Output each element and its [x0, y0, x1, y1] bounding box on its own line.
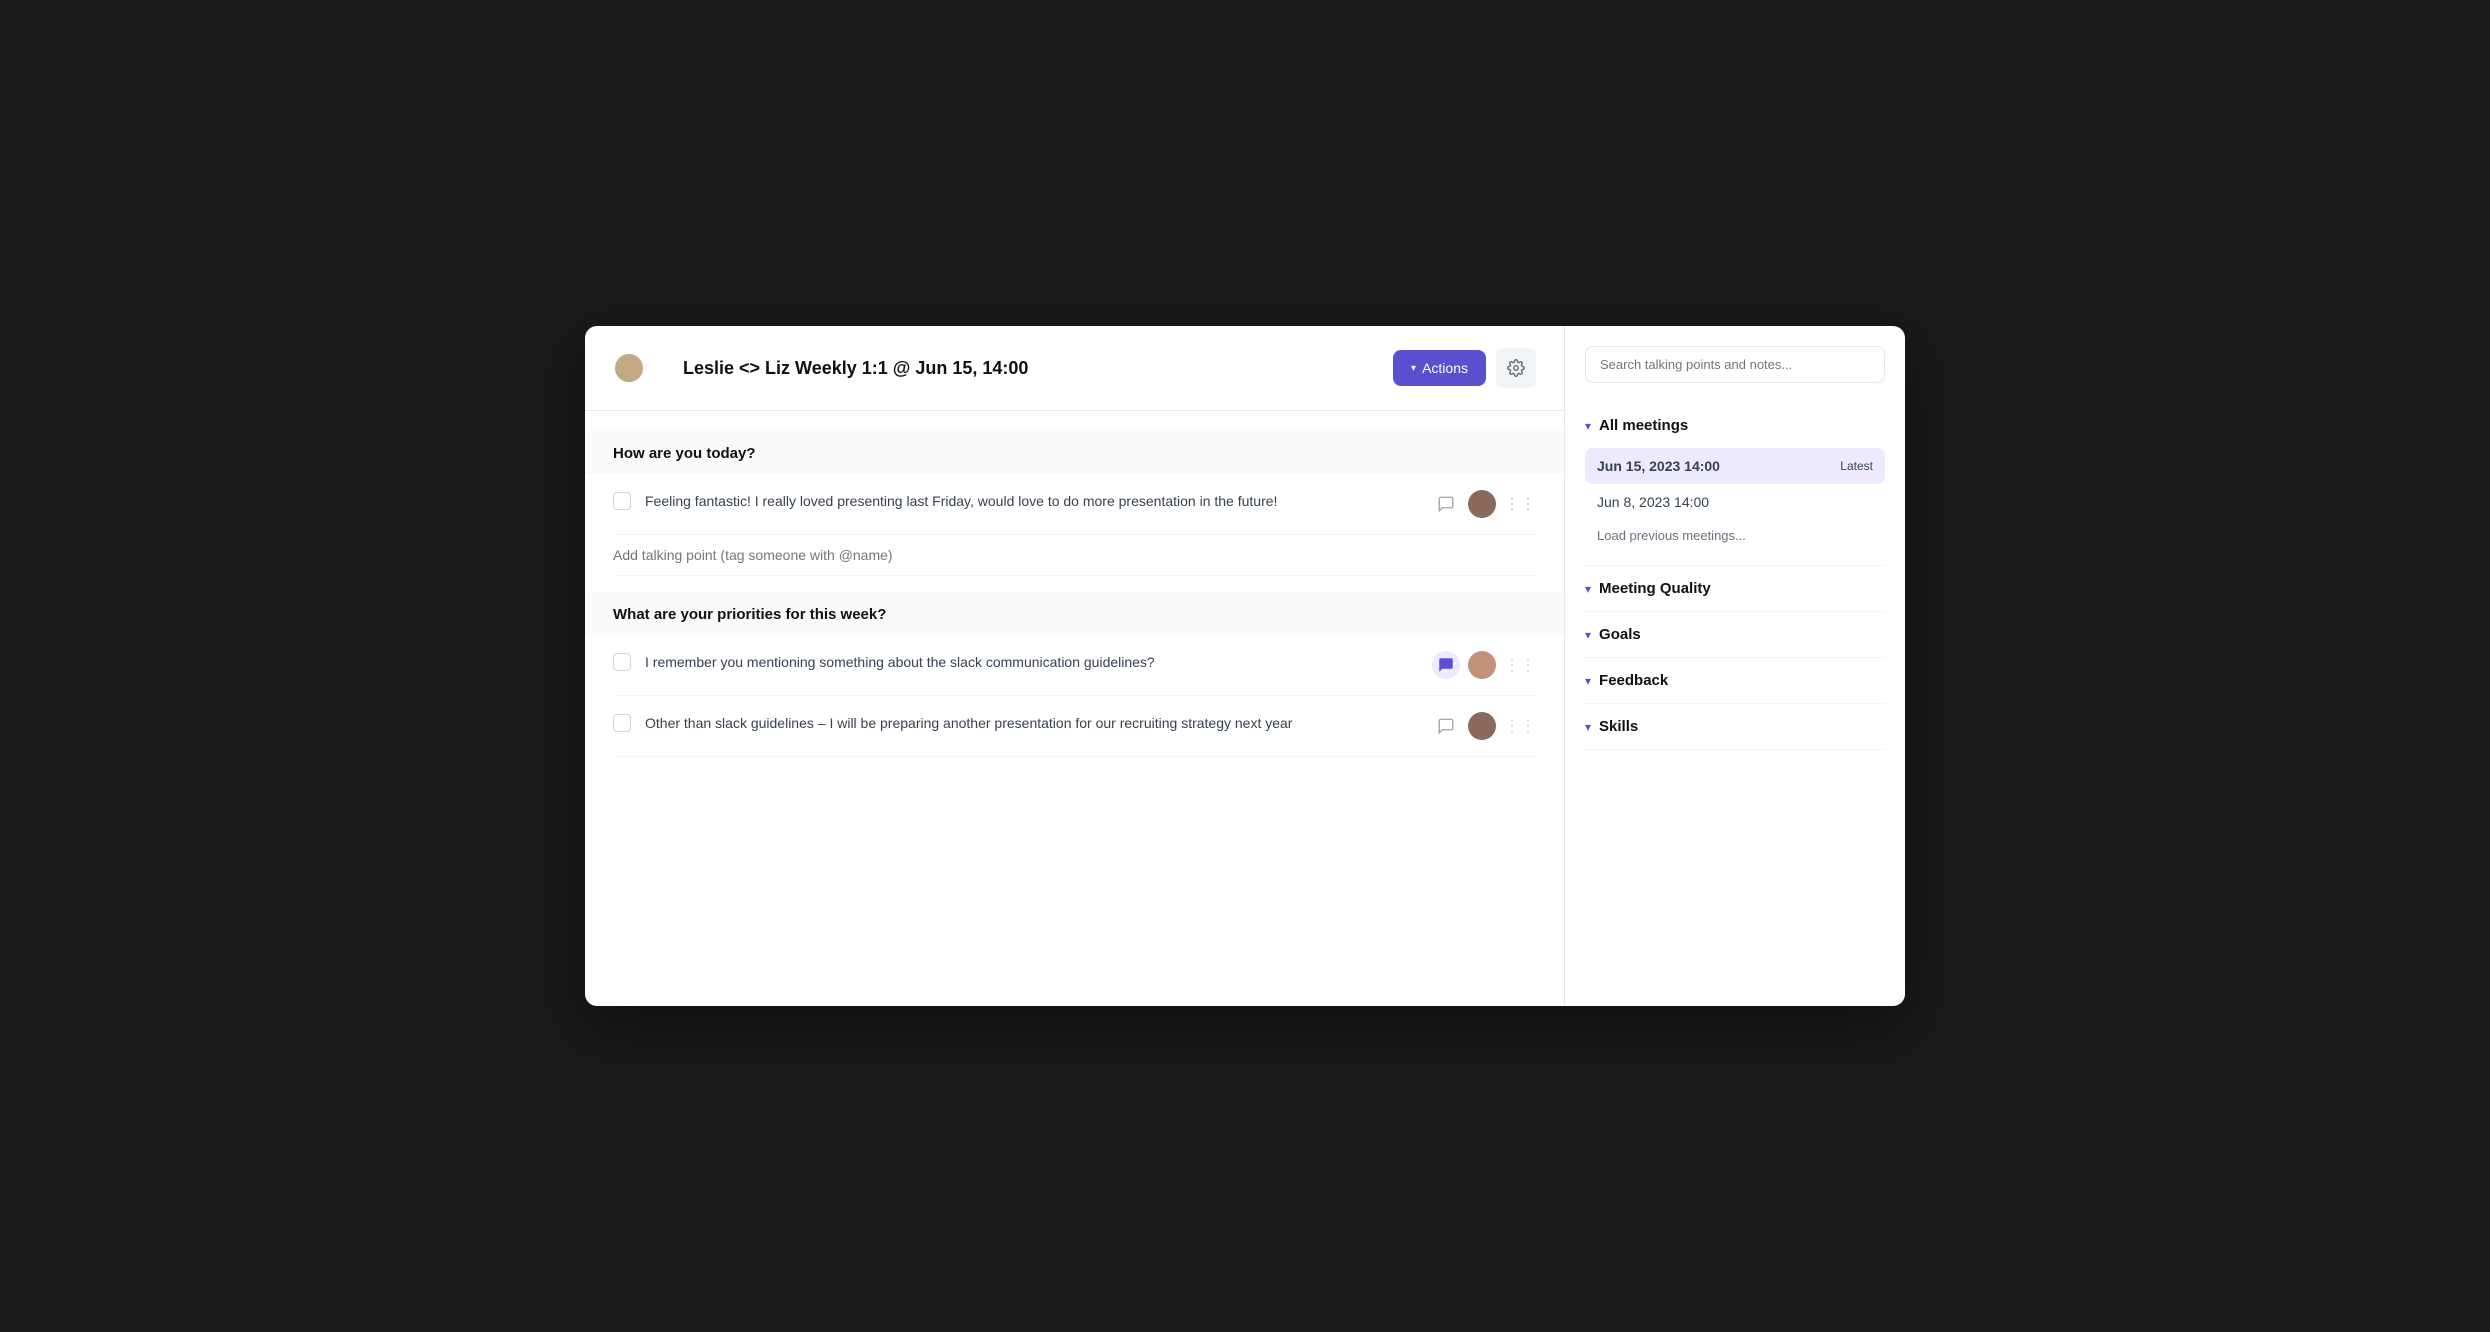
actions-label: Actions: [1422, 360, 1468, 376]
left-panel: Leslie <> Liz Weekly 1:1 @ Jun 15, 14:00…: [585, 326, 1565, 1006]
skills-section: ▾ Skills: [1585, 704, 1885, 750]
settings-button[interactable]: [1496, 348, 1536, 388]
meeting-title: Leslie <> Liz Weekly 1:1 @ Jun 15, 14:00: [683, 358, 1377, 379]
dots-menu-1[interactable]: ⋮⋮: [1504, 494, 1536, 514]
item-text-1: Feeling fantastic! I really loved presen…: [645, 490, 1418, 512]
talking-item-2: I remember you mentioning something abou…: [613, 635, 1536, 696]
meeting-date-1: Jun 15, 2023 14:00: [1597, 458, 1720, 474]
talking-item-3: Other than slack guidelines – I will be …: [613, 696, 1536, 757]
section-header-2: What are your priorities for this week?: [585, 592, 1564, 635]
dots-menu-2[interactable]: ⋮⋮: [1504, 655, 1536, 675]
feedback-label: Feedback: [1599, 672, 1668, 689]
actions-button[interactable]: ▾ Actions: [1393, 350, 1486, 386]
add-talking-point-input-1[interactable]: [613, 535, 1536, 576]
meetings-list: Jun 15, 2023 14:00 Latest Jun 8, 2023 14…: [1585, 448, 1885, 565]
skills-label: Skills: [1599, 718, 1638, 735]
header: Leslie <> Liz Weekly 1:1 @ Jun 15, 14:00…: [585, 326, 1564, 411]
meeting-quality-section: ▾ Meeting Quality: [1585, 566, 1885, 612]
goals-section: ▾ Goals: [1585, 612, 1885, 658]
dots-menu-3[interactable]: ⋮⋮: [1504, 716, 1536, 736]
meeting-quality-label: Meeting Quality: [1599, 580, 1711, 597]
goals-chevron: ▾: [1585, 628, 1591, 642]
actions-chevron: ▾: [1411, 363, 1416, 374]
comment-icon-3[interactable]: [1432, 712, 1460, 740]
item-actions-3: ⋮⋮: [1432, 712, 1536, 740]
item-actions-1: ⋮⋮: [1432, 490, 1536, 518]
avatar-group: [613, 350, 667, 386]
load-previous-meetings[interactable]: Load previous meetings...: [1585, 520, 1885, 557]
main-content: How are you today? Feeling fantastic! I …: [585, 411, 1564, 1006]
item-actions-2: ⋮⋮: [1432, 651, 1536, 679]
checkbox-1[interactable]: [613, 492, 631, 510]
skills-header[interactable]: ▾ Skills: [1585, 704, 1885, 749]
meeting-date-2: Jun 8, 2023 14:00: [1597, 494, 1709, 510]
right-panel: ▾ All meetings Jun 15, 2023 14:00 Latest…: [1565, 326, 1905, 1006]
meeting-quality-chevron: ▾: [1585, 582, 1591, 596]
search-input[interactable]: [1585, 346, 1885, 383]
talking-item-1: Feeling fantastic! I really loved presen…: [613, 474, 1536, 535]
comment-icon-2[interactable]: [1432, 651, 1460, 679]
item-text-3: Other than slack guidelines – I will be …: [645, 712, 1418, 734]
all-meetings-label: All meetings: [1599, 417, 1688, 434]
checkbox-2[interactable]: [613, 653, 631, 671]
feedback-section: ▾ Feedback: [1585, 658, 1885, 704]
meeting-badge-1: Latest: [1840, 459, 1873, 473]
skills-chevron: ▾: [1585, 720, 1591, 734]
all-meetings-header[interactable]: ▾ All meetings: [1585, 403, 1885, 448]
speech-bubble-outline-icon: [1437, 717, 1455, 735]
section-header-1: How are you today?: [585, 431, 1564, 474]
avatar-person2-item2: [1468, 651, 1496, 679]
gear-icon: [1507, 359, 1525, 377]
speech-bubble-icon: [1437, 495, 1455, 513]
speech-bubble-filled-icon: [1437, 656, 1455, 674]
meeting-quality-header[interactable]: ▾ Meeting Quality: [1585, 566, 1885, 611]
goals-header[interactable]: ▾ Goals: [1585, 612, 1885, 657]
goals-label: Goals: [1599, 626, 1641, 643]
comment-icon-1[interactable]: [1432, 490, 1460, 518]
meeting-item-1[interactable]: Jun 15, 2023 14:00 Latest: [1585, 448, 1885, 484]
header-actions: ▾ Actions: [1393, 348, 1536, 388]
app-window: Leslie <> Liz Weekly 1:1 @ Jun 15, 14:00…: [585, 326, 1905, 1006]
avatar-person1-item1: [1468, 490, 1496, 518]
feedback-chevron: ▾: [1585, 674, 1591, 688]
checkbox-3[interactable]: [613, 714, 631, 732]
meeting-item-2[interactable]: Jun 8, 2023 14:00: [1585, 484, 1885, 520]
feedback-header[interactable]: ▾ Feedback: [1585, 658, 1885, 703]
item-text-2: I remember you mentioning something abou…: [645, 651, 1418, 673]
all-meetings-chevron: ▾: [1585, 419, 1591, 433]
all-meetings-section: ▾ All meetings Jun 15, 2023 14:00 Latest…: [1585, 403, 1885, 566]
avatar-person1-item3: [1468, 712, 1496, 740]
sidebar-list: ▾ All meetings Jun 15, 2023 14:00 Latest…: [1565, 403, 1905, 986]
avatar-leslie: [613, 352, 645, 384]
